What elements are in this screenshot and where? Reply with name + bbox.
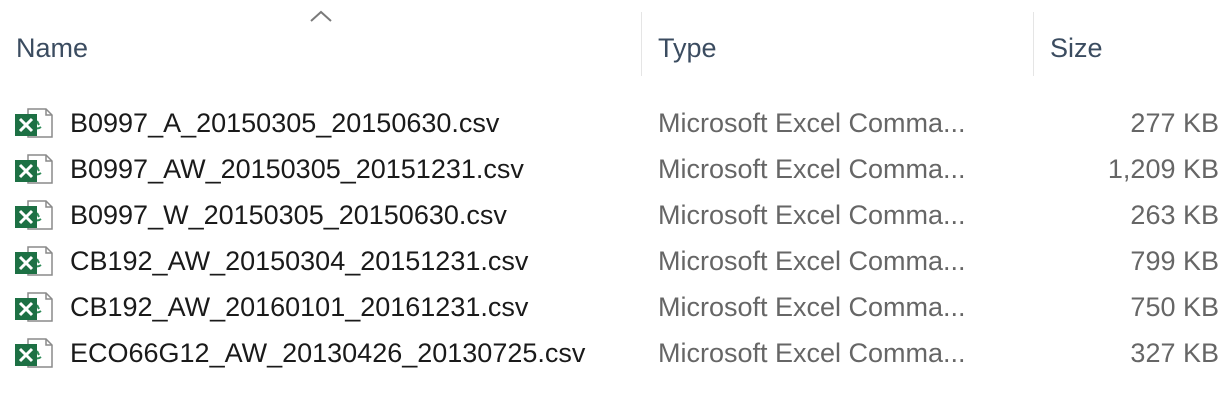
column-header-size[interactable]: Size	[1050, 28, 1220, 68]
file-name: CB192_AW_20150304_20151231.csv	[70, 245, 529, 276]
file-list: B0997_A_20150305_20150630.csv Microsoft …	[0, 100, 1227, 376]
file-name-cell: CB192_AW_20150304_20151231.csv	[14, 238, 528, 284]
file-row[interactable]: B0997_AW_20150305_20151231.csv Microsoft…	[0, 146, 1227, 192]
excel-csv-file-icon	[15, 154, 53, 184]
file-name-cell: ECO66G12_AW_20130426_20130725.csv	[14, 330, 585, 376]
excel-csv-file-icon	[15, 292, 53, 322]
file-type: Microsoft Excel Comma...	[658, 338, 966, 368]
file-size: 263 KB	[1130, 200, 1219, 230]
file-name-cell: B0997_A_20150305_20150630.csv	[14, 100, 499, 146]
file-size: 327 KB	[1130, 338, 1219, 368]
file-name: CB192_AW_20160101_20161231.csv	[70, 291, 529, 322]
excel-csv-file-icon	[15, 200, 53, 230]
file-name-cell: B0997_AW_20150305_20151231.csv	[14, 146, 524, 192]
file-row[interactable]: B0997_A_20150305_20150630.csv Microsoft …	[0, 100, 1227, 146]
file-name: ECO66G12_AW_20130426_20130725.csv	[70, 337, 586, 368]
file-type: Microsoft Excel Comma...	[658, 154, 966, 184]
column-divider[interactable]	[641, 12, 642, 76]
excel-csv-file-icon	[15, 338, 53, 368]
file-name: B0997_W_20150305_20150630.csv	[70, 199, 507, 230]
file-row[interactable]: CB192_AW_20150304_20151231.csv Microsoft…	[0, 238, 1227, 284]
file-size: 277 KB	[1130, 108, 1219, 138]
file-size: 750 KB	[1130, 292, 1219, 322]
file-name: B0997_A_20150305_20150630.csv	[70, 107, 500, 138]
column-header-bar: Name Type Size	[0, 0, 1227, 92]
file-row[interactable]: ECO66G12_AW_20130426_20130725.csv Micros…	[0, 330, 1227, 376]
file-type: Microsoft Excel Comma...	[658, 108, 966, 138]
file-size: 1,209 KB	[1107, 154, 1219, 184]
file-type: Microsoft Excel Comma...	[658, 200, 966, 230]
excel-csv-file-icon	[15, 246, 53, 276]
column-header-name[interactable]: Name	[16, 28, 616, 68]
file-type: Microsoft Excel Comma...	[658, 246, 966, 276]
file-row[interactable]: B0997_W_20150305_20150630.csv Microsoft …	[0, 192, 1227, 238]
chevron-up-icon	[310, 10, 332, 22]
file-name-cell: CB192_AW_20160101_20161231.csv	[14, 284, 528, 330]
file-name: B0997_AW_20150305_20151231.csv	[70, 153, 524, 184]
file-type: Microsoft Excel Comma...	[658, 292, 966, 322]
file-row[interactable]: CB192_AW_20160101_20161231.csv Microsoft…	[0, 284, 1227, 330]
column-header-type[interactable]: Type	[658, 28, 1018, 68]
file-size: 799 KB	[1130, 246, 1219, 276]
excel-csv-file-icon	[15, 108, 53, 138]
file-name-cell: B0997_W_20150305_20150630.csv	[14, 192, 507, 238]
column-divider[interactable]	[1033, 12, 1034, 76]
